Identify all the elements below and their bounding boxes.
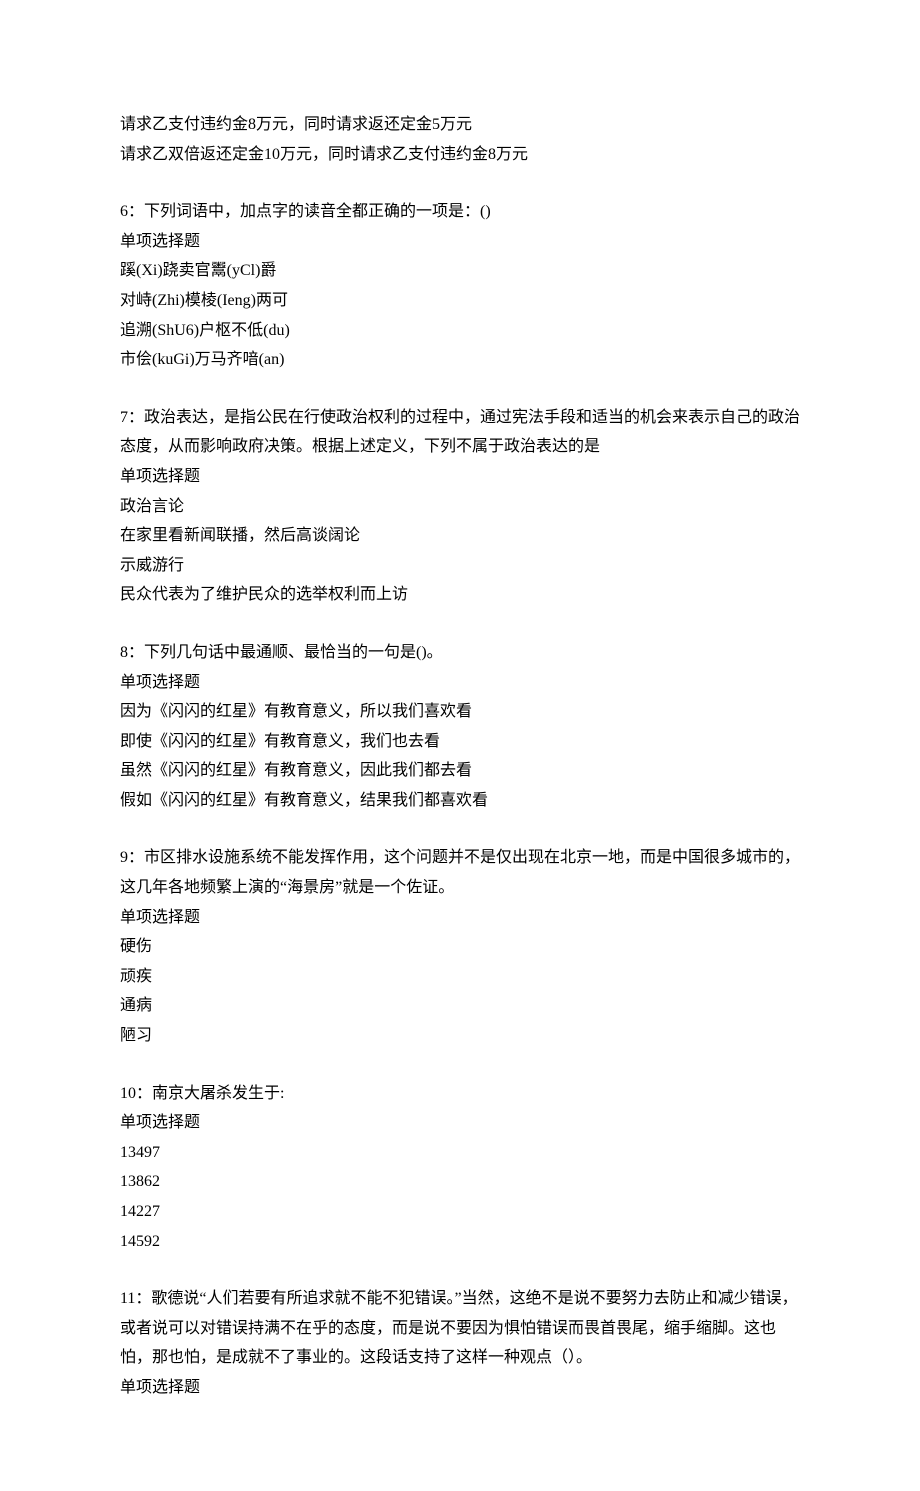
option-text: 13862 — [120, 1167, 800, 1197]
question-type-label: 单项选择题 — [120, 462, 800, 492]
option-text: 13497 — [120, 1138, 800, 1168]
question-prompt: 8：下列几句话中最通顺、最恰当的一句是()。 — [120, 638, 800, 668]
option-text: 虽然《闪闪的红星》有教育意义，因此我们都去看 — [120, 756, 800, 786]
option-text: 硬伤 — [120, 932, 800, 962]
option-text: 假如《闪闪的红星》有教育意义，结果我们都喜欢看 — [120, 786, 800, 816]
question-prompt: 7：政治表达，是指公民在行使政治权利的过程中，通过宪法手段和适当的机会来表示自己… — [120, 403, 800, 462]
question-type-label: 单项选择题 — [120, 1108, 800, 1138]
option-text: 通病 — [120, 991, 800, 1021]
option-text: 蹊(Xi)跷卖官鬻(yCl)爵 — [120, 256, 800, 286]
question-prompt: 11：歌德说“人们若要有所追求就不能不犯错误。”当然，这绝不是说不要努力去防止和… — [120, 1284, 800, 1373]
question-type-label: 单项选择题 — [120, 903, 800, 933]
option-text: 14227 — [120, 1197, 800, 1227]
option-text: 陋习 — [120, 1021, 800, 1051]
option-text: 即使《闪闪的红星》有教育意义，我们也去看 — [120, 727, 800, 757]
question-11: 11：歌德说“人们若要有所追求就不能不犯错误。”当然，这绝不是说不要努力去防止和… — [120, 1284, 800, 1402]
option-text: 市侩(kuGi)万马齐喑(an) — [120, 345, 800, 375]
option-text: 民众代表为了维护民众的选举权利而上访 — [120, 580, 800, 610]
question-8: 8：下列几句话中最通顺、最恰当的一句是()。 单项选择题 因为《闪闪的红星》有教… — [120, 638, 800, 816]
option-text: 追溯(ShU6)户枢不低(du) — [120, 316, 800, 346]
option-text: 示威游行 — [120, 551, 800, 581]
question-prompt: 9：市区排水设施系统不能发挥作用，这个问题并不是仅出现在北京一地，而是中国很多城… — [120, 843, 800, 902]
option-text: 请求乙双倍返还定金10万元，同时请求乙支付违约金8万元 — [120, 140, 800, 170]
option-text: 因为《闪闪的红星》有教育意义，所以我们喜欢看 — [120, 697, 800, 727]
option-text: 14592 — [120, 1227, 800, 1257]
question-type-label: 单项选择题 — [120, 227, 800, 257]
option-text: 请求乙支付违约金8万元，同时请求返还定金5万元 — [120, 110, 800, 140]
question-10: 10：南京大屠杀发生于: 单项选择题 13497 13862 14227 145… — [120, 1079, 800, 1257]
question-prompt: 10：南京大屠杀发生于: — [120, 1079, 800, 1109]
question-6: 6：下列词语中，加点字的读音全都正确的一项是：() 单项选择题 蹊(Xi)跷卖官… — [120, 197, 800, 375]
option-text: 顽疾 — [120, 962, 800, 992]
question-type-label: 单项选择题 — [120, 668, 800, 698]
question-prompt: 6：下列词语中，加点字的读音全都正确的一项是：() — [120, 197, 800, 227]
option-text: 在家里看新闻联播，然后高谈阔论 — [120, 521, 800, 551]
question-9: 9：市区排水设施系统不能发挥作用，这个问题并不是仅出现在北京一地，而是中国很多城… — [120, 843, 800, 1050]
question-7: 7：政治表达，是指公民在行使政治权利的过程中，通过宪法手段和适当的机会来表示自己… — [120, 403, 800, 610]
question-5-trailing-options: 请求乙支付违约金8万元，同时请求返还定金5万元 请求乙双倍返还定金10万元，同时… — [120, 110, 800, 169]
option-text: 对峙(Zhi)模棱(Ieng)两可 — [120, 286, 800, 316]
option-text: 政治言论 — [120, 492, 800, 522]
question-type-label: 单项选择题 — [120, 1373, 800, 1403]
